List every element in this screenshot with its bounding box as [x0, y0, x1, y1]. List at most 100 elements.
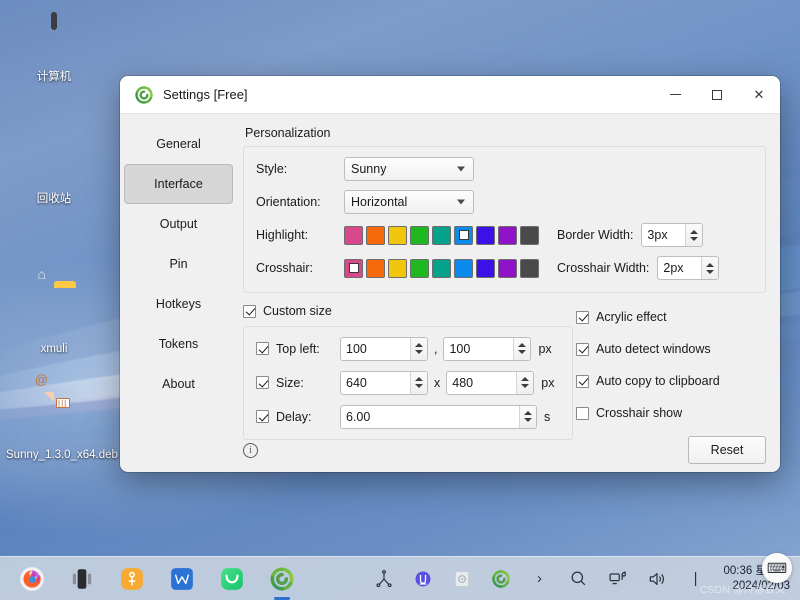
crosshair-color-swatches[interactable] — [344, 258, 539, 278]
highlight-color-swatch-5[interactable] — [454, 225, 473, 245]
custom-size-group: Top left: , px — [243, 325, 573, 440]
highlight-color-swatch-7[interactable] — [498, 225, 517, 245]
sidebar-item-interface[interactable]: Interface — [124, 164, 233, 204]
border-width-input[interactable] — [642, 224, 686, 246]
highlight-color-swatch-2[interactable] — [388, 225, 407, 245]
system-tray[interactable]: › | 00:36 星期六 2024/02/03 ⌨ — [373, 553, 800, 594]
wps-writer-icon[interactable] — [168, 565, 196, 593]
crosshair-color-swatch-6[interactable] — [476, 258, 495, 278]
chevron-down-icon — [457, 166, 465, 172]
window-title: Settings [Free] — [163, 87, 248, 102]
delay-checkbox[interactable]: Delay: — [256, 410, 340, 424]
settings-window[interactable]: Settings [Free] ✕ General Interface Outp… — [120, 76, 780, 472]
sidebar-item-tokens[interactable]: Tokens — [124, 324, 233, 364]
acrylic-effect-checkbox[interactable]: Acrylic effect — [576, 310, 766, 324]
sidebar-item-general[interactable]: General — [124, 124, 233, 164]
sidebar-item-about[interactable]: About — [124, 364, 233, 404]
mail-icon[interactable] — [118, 565, 146, 593]
orientation-select[interactable]: Horizontal — [344, 190, 474, 214]
maximize-icon[interactable] — [696, 76, 738, 114]
sunny-tray-icon[interactable] — [490, 568, 512, 590]
highlight-color-swatch-1[interactable] — [366, 225, 385, 245]
search-icon[interactable] — [568, 568, 590, 590]
volume-icon[interactable] — [646, 568, 668, 590]
section-title-personalization: Personalization — [245, 126, 331, 140]
top-left-x-stepper[interactable] — [340, 336, 428, 361]
crosshair-color-swatch-3[interactable] — [410, 258, 429, 278]
arrow-down-icon — [521, 384, 530, 388]
desktop-icon-recycle-bin[interactable]: ♻ 回收站 — [6, 136, 102, 206]
stepper-arrows[interactable] — [519, 405, 536, 428]
delay-stepper[interactable] — [340, 404, 537, 429]
stepper-arrows[interactable] — [410, 337, 427, 360]
crosshair-color-swatch-1[interactable] — [366, 258, 385, 278]
info-icon[interactable]: i — [243, 442, 258, 458]
taskbar-launchers[interactable] — [0, 565, 296, 593]
window-footer: i Reset — [243, 436, 766, 464]
delay-input[interactable] — [341, 405, 519, 428]
size-width-stepper[interactable] — [340, 370, 428, 395]
highlight-color-swatch-0[interactable] — [344, 225, 363, 245]
size-height-input[interactable] — [447, 371, 517, 394]
size-checkbox[interactable]: Size: — [256, 376, 340, 390]
stepper-arrows[interactable] — [685, 224, 703, 246]
stepper-arrows[interactable] — [410, 371, 427, 394]
window-titlebar[interactable]: Settings [Free] ✕ — [120, 76, 780, 114]
disc-icon[interactable] — [451, 568, 473, 590]
deepin-icon[interactable] — [373, 568, 395, 590]
top-left-y-input[interactable] — [444, 337, 514, 360]
stepper-arrows[interactable] — [516, 371, 534, 394]
auto-detect-windows-checkbox[interactable]: Auto detect windows — [576, 342, 766, 356]
crosshair-color-swatch-4[interactable] — [432, 258, 451, 278]
firefox-icon[interactable] — [18, 565, 46, 593]
recycle-bin-icon: ♻ — [54, 145, 68, 162]
sunny-app-icon[interactable] — [268, 565, 296, 593]
crosshair-width-stepper[interactable] — [657, 256, 720, 280]
size-height-stepper[interactable] — [446, 370, 535, 395]
arrow-up-icon — [521, 377, 530, 381]
delay-label: Delay: — [276, 409, 312, 424]
crosshair-color-swatch-8[interactable] — [520, 258, 539, 278]
crosshair-color-swatch-5[interactable] — [454, 258, 473, 278]
sidebar-item-hotkeys[interactable]: Hotkeys — [124, 284, 233, 324]
orientation-value: Horizontal — [351, 195, 408, 209]
custom-size-checkbox[interactable]: Custom size — [243, 304, 332, 318]
crosshair-color-swatch-7[interactable] — [498, 258, 517, 278]
desktop-icon-computer[interactable]: 计算机 — [6, 12, 102, 84]
crosshair-show-checkbox[interactable]: Crosshair show — [576, 406, 766, 420]
apps-icon[interactable] — [68, 565, 96, 593]
desktop-icon-xmuli[interactable]: ⌂ xmuli — [6, 267, 102, 356]
size-width-input[interactable] — [341, 371, 410, 394]
minimize-icon[interactable] — [654, 76, 696, 114]
highlight-color-swatch-8[interactable] — [520, 225, 539, 245]
crosshair-width-input[interactable] — [658, 257, 702, 279]
close-icon[interactable]: ✕ — [738, 76, 780, 114]
crosshair-color-swatch-0[interactable] — [344, 258, 363, 278]
top-left-y-stepper[interactable] — [443, 336, 532, 361]
crosshair-color-swatch-2[interactable] — [388, 258, 407, 278]
chevron-right-icon[interactable]: › — [529, 568, 551, 590]
sidebar-item-output[interactable]: Output — [124, 204, 233, 244]
checkbox-box — [243, 304, 256, 318]
highlight-color-swatch-4[interactable] — [432, 225, 451, 245]
uos-icon[interactable] — [412, 568, 434, 590]
desktop-icon-sunny-deb[interactable]: @ Sunny_1.3.0_x64.deb — [6, 373, 118, 462]
top-left-checkbox[interactable]: Top left: — [256, 342, 340, 356]
stepper-arrows[interactable] — [701, 257, 719, 279]
sidebar-item-pin[interactable]: Pin — [124, 244, 233, 284]
highlight-color-swatch-6[interactable] — [476, 225, 495, 245]
settings-sidebar[interactable]: General Interface Output Pin Hotkeys Tok… — [120, 114, 237, 472]
auto-copy-to-clipboard-checkbox[interactable]: Auto copy to clipboard — [576, 374, 766, 388]
style-select[interactable]: Sunny — [344, 157, 474, 181]
reset-button[interactable]: Reset — [688, 436, 766, 464]
network-icon[interactable] — [607, 568, 629, 590]
highlight-color-swatches[interactable] — [344, 225, 539, 245]
top-left-x-input[interactable] — [341, 337, 410, 360]
messaging-icon[interactable] — [218, 565, 246, 593]
taskbar[interactable]: › | 00:36 星期六 2024/02/03 ⌨ CSDN @冷静致火 — [0, 553, 800, 600]
highlight-color-swatch-3[interactable] — [410, 225, 429, 245]
ime-keyboard-icon[interactable]: ⌨ — [762, 553, 792, 583]
top-left-label: Top left: — [276, 341, 320, 356]
stepper-arrows[interactable] — [513, 337, 531, 360]
border-width-stepper[interactable] — [641, 223, 704, 247]
